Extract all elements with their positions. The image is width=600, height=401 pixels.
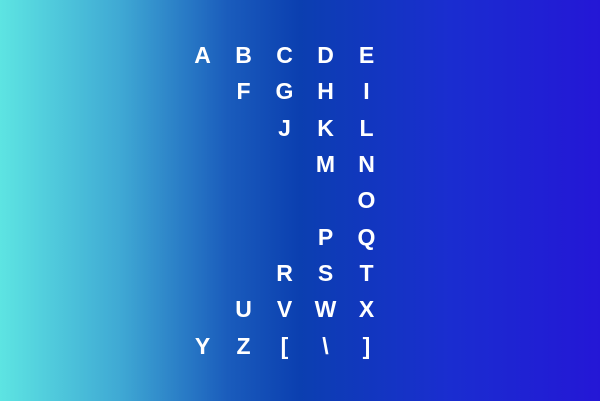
- letter-o: O: [357, 187, 376, 213]
- letter-z: Z: [236, 333, 251, 359]
- letter-row-2: I H G F: [223, 73, 387, 109]
- letter-j: J: [278, 115, 291, 141]
- letter-l: L: [359, 115, 374, 141]
- letter-row-4: N M: [305, 146, 387, 182]
- letter-n: N: [358, 151, 375, 177]
- letter-s: S: [317, 260, 334, 286]
- letter-x: X: [358, 296, 375, 322]
- letter-row-3: L K J: [264, 110, 387, 146]
- right-bracket-char: ]: [362, 333, 371, 359]
- letter-f: F: [236, 78, 251, 104]
- letter-w: W: [314, 296, 337, 322]
- letter-row-7: T S R: [264, 255, 387, 291]
- letter-c: C: [276, 42, 293, 68]
- letter-r: R: [276, 260, 293, 286]
- backslash-char: \: [322, 333, 329, 359]
- letter-i: I: [363, 78, 370, 104]
- letter-h: H: [317, 78, 334, 104]
- letter-grid: E D C B A I H G F L K J N M O Q P T S R …: [0, 0, 600, 401]
- letter-p: P: [317, 224, 334, 250]
- letter-d: D: [317, 42, 334, 68]
- letter-g: G: [275, 78, 294, 104]
- left-bracket-char: [: [280, 333, 289, 359]
- letter-b: B: [235, 42, 252, 68]
- letter-q: Q: [357, 224, 376, 250]
- letter-row-5: O: [346, 182, 387, 218]
- letter-row-1: E D C B A: [182, 37, 387, 73]
- letter-row-8: X W V U: [223, 291, 387, 327]
- letter-y: Y: [194, 333, 211, 359]
- letter-row-9: ] \ [ Z Y: [182, 328, 387, 364]
- letter-a: A: [194, 42, 211, 68]
- letter-m: M: [315, 151, 336, 177]
- letter-row-6: Q P: [305, 219, 387, 255]
- letter-k: K: [317, 115, 334, 141]
- letter-u: U: [235, 296, 252, 322]
- letter-e: E: [358, 42, 375, 68]
- letter-v: V: [276, 296, 293, 322]
- letter-t: T: [359, 260, 374, 286]
